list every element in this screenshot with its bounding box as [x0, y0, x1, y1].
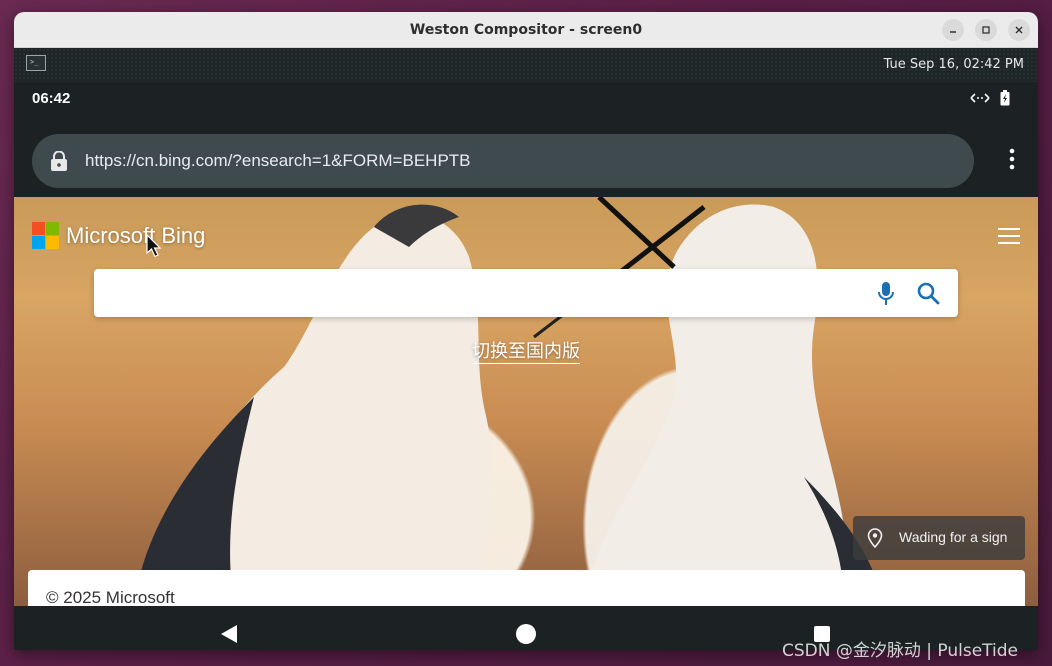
image-location-label: Wading for a sign [899, 529, 1008, 545]
mouse-cursor-icon [146, 234, 162, 258]
terminal-icon[interactable]: >_ [26, 55, 46, 71]
weston-panel: >_ Tue Sep 16, 02:42 PM [14, 48, 1038, 82]
weston-window: Weston Compositor - screen0 >_ Tue Sep 1… [14, 12, 1038, 650]
window-titlebar[interactable]: Weston Compositor - screen0 [14, 12, 1038, 48]
footer-card: © 2025 Microsoft [28, 570, 1025, 606]
android-status-bar: 06:42 [14, 82, 1038, 116]
ethernet-icon [970, 93, 990, 103]
close-button[interactable] [1008, 19, 1030, 41]
bing-logo[interactable]: Microsoft Bing [32, 222, 205, 249]
ms-square-green [46, 222, 59, 235]
panel-clock: Tue Sep 16, 02:42 PM [883, 57, 1024, 72]
close-icon [1015, 26, 1023, 34]
copyright-text: © 2025 Microsoft [46, 588, 175, 606]
url-text[interactable]: https://cn.bing.com/?ensearch=1&FORM=BEH… [85, 151, 471, 171]
image-location-button[interactable]: Wading for a sign [853, 516, 1025, 560]
search-box[interactable] [94, 269, 958, 317]
search-input[interactable] [108, 277, 848, 309]
switch-region-container: 切换至国内版 [14, 337, 1038, 364]
browser-toolbar: https://cn.bing.com/?ensearch=1&FORM=BEH… [14, 118, 1038, 188]
back-icon[interactable] [220, 624, 238, 644]
ms-square-blue [32, 236, 45, 249]
ms-square-yellow [46, 236, 59, 249]
battery-icon [1000, 90, 1010, 106]
maximize-icon [982, 26, 990, 34]
microphone-icon[interactable] [876, 281, 896, 307]
location-pin-icon [867, 528, 883, 548]
search-icon[interactable] [916, 281, 940, 305]
csdn-watermark: CSDN @金汐脉动 | PulseTide [782, 641, 1019, 661]
minimize-icon [950, 31, 956, 33]
minimize-button[interactable] [942, 19, 964, 41]
status-time: 06:42 [32, 90, 71, 107]
microsoft-logo-icon [32, 222, 59, 249]
bing-homepage: Microsoft Bing 切换至国内版 Wading for a sign … [14, 197, 1038, 606]
window-title: Weston Compositor - screen0 [409, 21, 643, 38]
home-icon[interactable] [516, 624, 536, 644]
overflow-menu-icon[interactable] [1008, 148, 1016, 172]
maximize-button[interactable] [975, 19, 997, 41]
ms-square-red [32, 222, 45, 235]
bing-brand-text: Microsoft Bing [66, 222, 206, 248]
lock-icon [51, 151, 67, 171]
android-screen: 06:42 https://cn.bing.com/?ensearch=1&FO… [14, 82, 1038, 650]
hamburger-menu-icon[interactable] [998, 227, 1020, 245]
switch-to-domestic-link[interactable]: 切换至国内版 [472, 341, 580, 364]
url-bar[interactable]: https://cn.bing.com/?ensearch=1&FORM=BEH… [32, 134, 974, 188]
